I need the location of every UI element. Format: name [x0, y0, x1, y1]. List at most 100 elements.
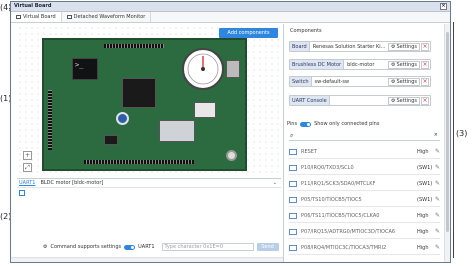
- remove-component-button[interactable]: ×: [421, 96, 429, 105]
- component-row: Brushless DC Motor bldc-motor ⚙ Settings …: [289, 59, 431, 70]
- settings-button[interactable]: ⚙ Settings: [388, 96, 420, 105]
- gauge-dial-icon: [187, 53, 219, 85]
- edit-icon[interactable]: ✎: [435, 212, 440, 219]
- gear-icon: ⚙: [391, 43, 396, 50]
- waveform-icon[interactable]: [289, 228, 297, 235]
- component-row: Switch sw-default-sw ⚙ Settings ×: [289, 76, 431, 87]
- pin-name: RESET: [301, 148, 318, 155]
- remove-component-button[interactable]: ×: [421, 42, 429, 51]
- uart-console: UART1 BLDC motor [bldc-motor] ⌄ ⚙ Comman…: [17, 178, 281, 260]
- settings-button[interactable]: ⚙ Settings: [388, 42, 420, 51]
- waveform-icon[interactable]: [289, 212, 297, 219]
- lcd-prompt: >_: [75, 61, 84, 69]
- zoom-in-button[interactable]: +: [23, 151, 32, 160]
- board-canvas[interactable]: >_ + ⤢: [17, 25, 281, 177]
- pin-value: High: [417, 228, 429, 235]
- clear-search-icon[interactable]: ×: [434, 132, 438, 138]
- waveform-icon[interactable]: [289, 180, 297, 187]
- board-tab-icon: [16, 15, 21, 19]
- command-support-label: Command supports settings: [50, 244, 122, 250]
- clear-console-icon[interactable]: [19, 190, 25, 196]
- waveform-tab-icon: [66, 15, 72, 19]
- component-name: sw-default-sw: [314, 78, 350, 85]
- edit-icon[interactable]: ✎: [435, 148, 440, 155]
- send-button[interactable]: Send: [256, 243, 279, 251]
- component-type: Brushless DC Motor: [290, 60, 345, 69]
- window-close-button[interactable]: ×: [440, 3, 447, 10]
- pin-row[interactable]: RESET High ✎: [289, 145, 440, 159]
- pin-row[interactable]: P05/TS10/TIOCB5/TIOC5 (SW1) ✎: [289, 193, 440, 207]
- settings-label: Settings: [396, 43, 417, 50]
- horizontal-scrollbar[interactable]: [11, 257, 283, 262]
- chevron-down-icon[interactable]: ⌄: [273, 179, 277, 188]
- window-titlebar: Virtual Board ×: [11, 2, 450, 12]
- tab-label: Detached Waveform Monitor: [73, 14, 146, 20]
- tab-bar: Virtual Board Detached Waveform Monitor: [11, 12, 450, 23]
- pin-value: High: [417, 244, 429, 251]
- pin-value: (SW1): [417, 164, 433, 171]
- remove-component-button[interactable]: ×: [421, 60, 429, 69]
- waveform-icon[interactable]: [289, 148, 297, 155]
- pin-row[interactable]: P07/IRQ15/ADTRG0/MTIOC3D/TIOCA6 High ✎: [289, 225, 440, 239]
- pin-value: (SW1): [417, 196, 433, 203]
- pin-name: P11/IRQ1/SCK3/SDA0/MTCLKF: [301, 180, 376, 187]
- component-name: Renesas Solution Starter Ki...: [312, 43, 386, 50]
- edit-icon[interactable]: ✎: [435, 244, 440, 251]
- reset-button[interactable]: [116, 112, 129, 125]
- chip-right: [194, 102, 216, 118]
- header-pins-left: [48, 90, 52, 150]
- edit-icon[interactable]: ✎: [435, 164, 440, 171]
- driver-chip: [104, 135, 118, 145]
- pin-row[interactable]: P11/IRQ1/SCK3/SDA0/MTCLKF (SW1) ✎: [289, 177, 440, 191]
- remove-component-button[interactable]: ×: [421, 77, 429, 86]
- lcd-display: >_: [72, 58, 98, 80]
- callout-3-bracket: [453, 22, 454, 258]
- component-type: Switch: [290, 77, 312, 86]
- scrollbar-thumb[interactable]: [446, 32, 449, 232]
- gear-icon[interactable]: ⚙: [43, 244, 47, 250]
- component-name: bldc-motor: [347, 61, 375, 68]
- pin-name: P07/IRQ15/ADTRG0/MTIOC3D/TIOCA6: [301, 228, 396, 235]
- settings-label: Settings: [396, 97, 417, 104]
- connected-pins-toggle[interactable]: [300, 121, 312, 127]
- search-icon: ⌕: [290, 132, 294, 139]
- add-components-button[interactable]: Add components: [219, 28, 278, 38]
- pin-value: (SW1): [417, 180, 433, 187]
- tab-waveform-monitor[interactable]: Detached Waveform Monitor: [62, 12, 152, 22]
- gear-icon: ⚙: [391, 78, 396, 85]
- edit-icon[interactable]: ✎: [435, 228, 440, 235]
- tab-label: Virtual Board: [23, 14, 56, 20]
- waveform-icon[interactable]: [289, 164, 297, 171]
- command-input[interactable]: Type character 0x1E=0: [161, 243, 254, 251]
- settings-button[interactable]: ⚙ Settings: [388, 60, 420, 69]
- tab-virtual-board[interactable]: Virtual Board: [11, 12, 62, 22]
- connector-block: [159, 120, 195, 142]
- console-uart-tab[interactable]: UART1: [19, 179, 35, 187]
- console-footer: ⚙ Command supports settings UART1 Type c…: [43, 242, 281, 252]
- settings-button[interactable]: ⚙ Settings: [388, 77, 420, 86]
- edit-icon[interactable]: ✎: [435, 196, 440, 203]
- vertical-scrollbar[interactable]: [444, 24, 450, 262]
- pin-row[interactable]: P08/IRQ4/MTIOC3C/TIOCA3/TMRI2 High ✎: [289, 241, 440, 255]
- pin-row[interactable]: P10/IRQ0/TXD3/SCL0 (SW1) ✎: [289, 161, 440, 175]
- fit-view-button[interactable]: ⤢: [23, 163, 32, 172]
- waveform-icon[interactable]: [289, 244, 297, 251]
- uart-toggle[interactable]: [124, 244, 136, 250]
- settings-label: Settings: [396, 78, 417, 85]
- components-title: Components: [290, 28, 322, 34]
- waveform-icon[interactable]: [289, 196, 297, 203]
- component-row: UART Console ⚙ Settings ×: [289, 95, 431, 106]
- connected-pins-label: Show only connected pins: [314, 121, 380, 127]
- side-panel: Components Board Renesas Solution Starte…: [283, 24, 450, 262]
- edit-icon[interactable]: ✎: [435, 180, 440, 187]
- usb-port: [226, 60, 240, 78]
- pin-search-input[interactable]: ⌕ ×: [289, 132, 440, 141]
- component-type: UART Console: [290, 96, 330, 105]
- pin-name: P10/IRQ0/TXD3/SCL0: [301, 164, 354, 171]
- switch-button[interactable]: [226, 150, 237, 161]
- console-device: BLDC motor [bldc-motor]: [40, 180, 104, 186]
- virtual-board-window: Virtual Board × Virtual Board Detached W…: [10, 1, 451, 263]
- pin-row[interactable]: P06/TS11/TIOCB5/TIOC5/CLKA0 High ✎: [289, 209, 440, 223]
- callout-3: (3): [456, 129, 468, 138]
- mcu-chip: [122, 78, 156, 108]
